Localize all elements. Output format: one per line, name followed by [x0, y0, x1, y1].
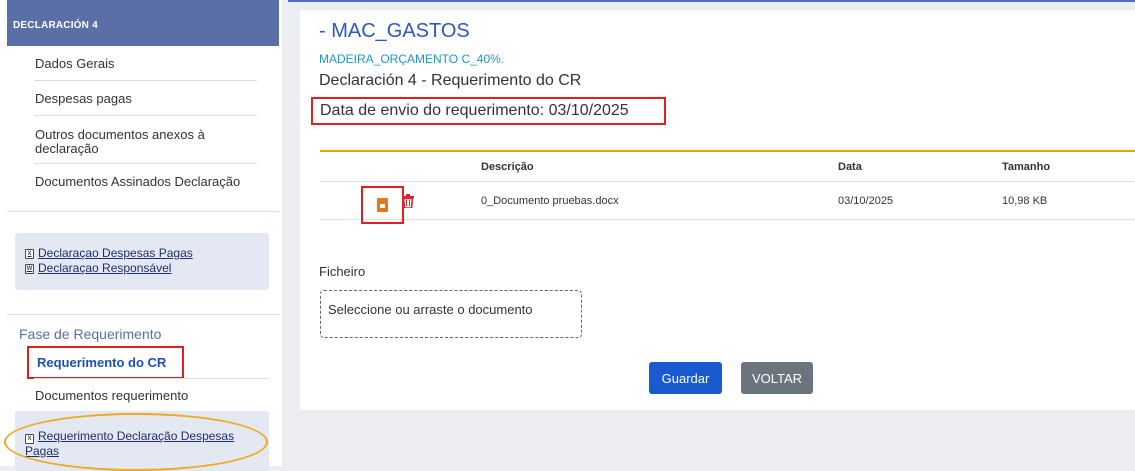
- project-subtitle: MADEIRA_ORÇAMENTO C_40%.: [319, 52, 505, 66]
- ficheiro-label: Ficheiro: [319, 264, 366, 279]
- sidebar-divider: [7, 314, 279, 315]
- sidebar-menu: Dados Gerais Despesas pagas Outros docum…: [7, 46, 279, 199]
- guardar-button[interactable]: Guardar: [649, 362, 722, 394]
- trash-icon[interactable]: [402, 194, 414, 208]
- sidebar-item-documentos-requerimento[interactable]: Documentos requerimento: [35, 388, 188, 403]
- main-panel: - MAC_GASTOS MADEIRA_ORÇAMENTO C_40%. De…: [300, 10, 1135, 410]
- column-header-data: Data: [838, 160, 862, 173]
- declaration-title: Declaración 4 - Requerimento do CR: [319, 72, 582, 89]
- file-dropzone[interactable]: Seleccione ou arraste o documento: [320, 290, 582, 338]
- sidebar-item-despesas-pagas[interactable]: Despesas pagas: [34, 81, 257, 116]
- highlight-ellipse: [4, 413, 268, 471]
- top-accent-line: [288, 0, 1135, 2]
- table-header: Descrição Data Tamanho: [320, 150, 1135, 182]
- documents-table: Descrição Data Tamanho 0_Documento prueb…: [320, 150, 1135, 224]
- sidebar-item-outros-documentos[interactable]: Outros documentos anexos à declaração: [34, 116, 257, 164]
- excel-file-icon: X: [25, 248, 34, 259]
- sidebar-divider: [34, 378, 269, 379]
- column-header-tamanho: Tamanho: [1002, 160, 1051, 173]
- page-title: - MAC_GASTOS: [319, 20, 470, 42]
- document-size: 10,98 KB: [1002, 194, 1048, 207]
- voltar-button[interactable]: VOLTAR: [741, 362, 813, 394]
- sidebar-item-documentos-assinados[interactable]: Documentos Assinados Declaração: [34, 164, 257, 199]
- declaracao-docs-box: X Declaraçao Despesas Pagas W Declaraçao…: [15, 233, 269, 290]
- document-date: 03/10/2025: [838, 194, 894, 207]
- table-row: 0_Documento pruebas.docx 03/10/2025 10,9…: [320, 182, 1135, 224]
- sidebar-header: DECLARACIÓN 4: [7, 0, 279, 46]
- sidebar-item-dados-gerais[interactable]: Dados Gerais: [34, 46, 257, 81]
- declaracao-responsavel-link[interactable]: W Declaraçao Responsável: [25, 261, 269, 276]
- download-highlight: [361, 186, 404, 224]
- data-envio-text: Data de envio do requerimento: 03/10/202…: [311, 97, 666, 125]
- word-file-icon: W: [25, 263, 34, 274]
- sidebar: DECLARACIÓN 4 Dados Gerais Despesas paga…: [0, 0, 282, 471]
- document-name: 0_Documento pruebas.docx: [481, 194, 619, 207]
- sidebar-divider: [7, 211, 279, 212]
- download-file-icon[interactable]: [377, 198, 388, 212]
- declaracao-despesas-pagas-link[interactable]: X Declaraçao Despesas Pagas: [25, 246, 269, 261]
- sidebar-item-requerimento-cr[interactable]: Requerimento do CR: [27, 346, 184, 379]
- fase-requerimento-title: Fase de Requerimento: [19, 326, 162, 342]
- column-header-descricao: Descrição: [481, 160, 534, 173]
